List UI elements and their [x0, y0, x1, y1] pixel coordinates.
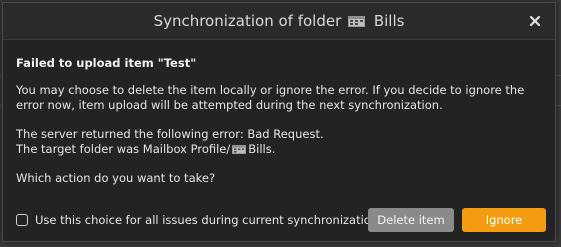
target-folder-name: Bills.	[248, 142, 276, 156]
delete-item-button[interactable]: Delete item	[368, 208, 454, 232]
apply-to-all-label: Use this choice for all issues during cu…	[35, 213, 382, 227]
calendar-folder-icon	[232, 145, 247, 154]
apply-to-all-checkbox[interactable]	[16, 214, 28, 226]
target-folder-prefix: The target folder was Mailbox Profile/	[16, 142, 231, 156]
apply-to-all-option[interactable]: Use this choice for all issues during cu…	[16, 211, 382, 229]
dialog-title-prefix: Synchronization of folder	[153, 12, 342, 30]
dialog-titlebar: Synchronization of folder Bills	[3, 3, 555, 40]
error-explanation: You may choose to delete the item locall…	[16, 83, 525, 112]
target-folder-line: The target folder was Mailbox Profile/ B…	[16, 142, 544, 157]
dialog-title: Synchronization of folder Bills	[3, 3, 555, 39]
dialog-footer: Use this choice for all issues during cu…	[16, 208, 546, 232]
ignore-button[interactable]: Ignore	[462, 208, 546, 232]
action-question: Which action do you want to take?	[16, 171, 216, 185]
close-button[interactable]	[525, 11, 545, 31]
server-error-line: The server returned the following error:…	[16, 127, 324, 141]
error-heading: Failed to upload item "Test"	[16, 56, 197, 70]
close-icon	[529, 15, 541, 27]
calendar-folder-icon	[348, 16, 366, 27]
dialog-title-folder: Bills	[373, 12, 405, 30]
sync-error-dialog: Synchronization of folder Bills Failed t…	[2, 2, 556, 242]
dialog-message: Failed to upload item "Test" You may cho…	[16, 56, 544, 186]
